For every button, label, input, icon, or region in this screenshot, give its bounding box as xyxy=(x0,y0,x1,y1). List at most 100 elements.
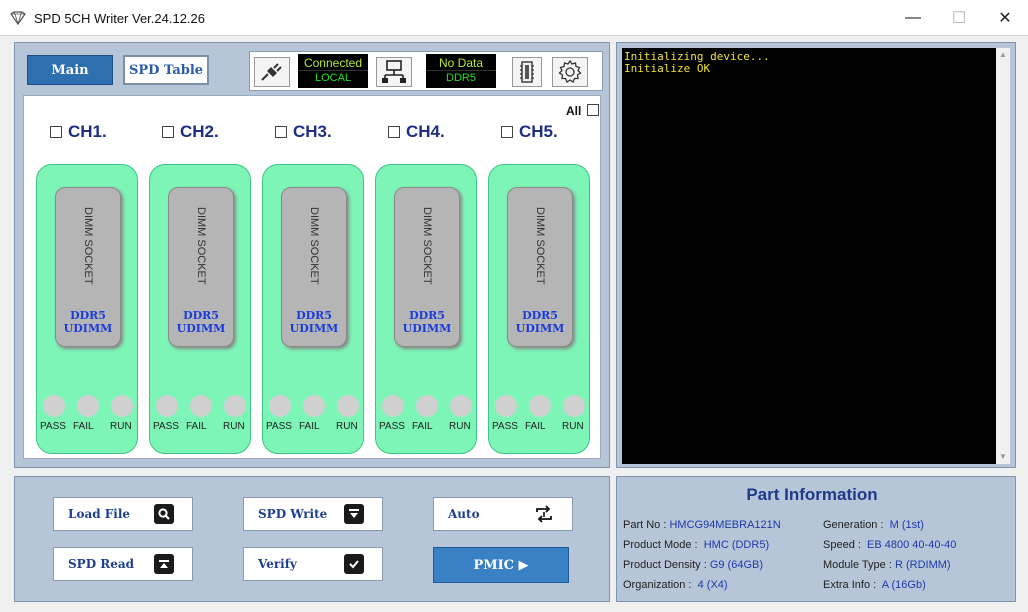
action-panel: Load File SPD Read SPD Write Verify Auto… xyxy=(14,476,610,602)
generation-value: M (1st) xyxy=(889,519,924,531)
part-no-row: Part No : HMCG94MEBRA121N xyxy=(623,519,781,531)
select-all-checkbox[interactable] xyxy=(587,104,599,116)
title-bar: SPD 5CH Writer Ver.24.12.26 — ☐ ✕ xyxy=(0,0,1028,36)
main-panel: Main SPD Table Connected LOCAL No Data D… xyxy=(14,42,610,468)
maximize-button[interactable]: ☐ xyxy=(936,0,982,36)
product-density-row: Product Density : G9 (64GB) xyxy=(623,559,763,571)
extra-info-row: Extra Info : A (16Gb) xyxy=(823,579,926,591)
run-led xyxy=(450,395,472,417)
channel-4-checkbox[interactable] xyxy=(388,126,400,138)
download-tray-icon xyxy=(344,504,364,524)
run-led xyxy=(224,395,246,417)
channel-5-checkbox[interactable] xyxy=(501,126,513,138)
verify-button[interactable]: Verify xyxy=(243,547,383,581)
channel-3-label: CH3. xyxy=(293,122,332,141)
product-mode-value: HMC (DDR5) xyxy=(703,539,770,551)
tab-spd-table[interactable]: SPD Table xyxy=(123,55,209,85)
channel-4-label: CH4. xyxy=(406,122,445,141)
socket-label-wrap: DIMM SOCKET xyxy=(168,187,234,305)
product-density-value: G9 (64GB) xyxy=(709,559,764,571)
channel-3-checkbox[interactable] xyxy=(275,126,287,138)
network-button[interactable] xyxy=(376,57,412,87)
close-button[interactable]: ✕ xyxy=(982,0,1028,36)
socket-label-wrap: DIMM SOCKET xyxy=(55,187,121,305)
run-led xyxy=(563,395,585,417)
part-information-panel: Part Information Part No : HMCG94MEBRA12… xyxy=(616,476,1016,602)
log-line: Initialize OK xyxy=(624,62,711,75)
ddr-label: DDR5 xyxy=(296,309,332,322)
pass-led xyxy=(43,395,65,417)
run-label: RUN xyxy=(223,421,245,432)
pass-label: PASS xyxy=(40,421,66,432)
speed-value: EB 4800 40-40-40 xyxy=(867,539,957,551)
settings-button[interactable] xyxy=(552,57,588,87)
channel-1-checkbox[interactable] xyxy=(50,126,62,138)
upload-tray-icon xyxy=(154,554,174,574)
module-type-label: Module Type : xyxy=(823,559,892,571)
pmic-button[interactable]: PMIC ▶ xyxy=(433,547,569,583)
search-file-icon xyxy=(154,504,174,524)
run-label: RUN xyxy=(562,421,584,432)
log-console[interactable]: Initializing device... Initialize OK ▲ ▼ xyxy=(622,48,1010,464)
fail-label: FAIL xyxy=(299,421,320,432)
network-icon xyxy=(382,60,406,83)
channel-2-checkbox[interactable] xyxy=(162,126,174,138)
load-file-label: Load File xyxy=(68,507,131,521)
memory-button[interactable] xyxy=(512,57,542,87)
channel-2-header[interactable]: CH2. xyxy=(162,122,219,142)
connection-status: Connected xyxy=(298,56,368,71)
run-label: RUN xyxy=(336,421,358,432)
socket-type: DDR5 UDIMM xyxy=(394,309,460,335)
dimm-slot-5: DIMM SOCKET DDR5 UDIMM PASS FAIL RUN xyxy=(488,164,590,454)
fail-led xyxy=(416,395,438,417)
auto-label: Auto xyxy=(448,507,480,521)
spd-read-button[interactable]: SPD Read xyxy=(53,547,193,581)
channel-3-header[interactable]: CH3. xyxy=(275,122,332,142)
module-label: UDIMM xyxy=(63,322,113,335)
plug-icon xyxy=(261,63,282,81)
extra-info-value: A (16Gb) xyxy=(881,579,926,591)
socket-label: DIMM SOCKET xyxy=(195,207,207,285)
connect-button[interactable] xyxy=(254,57,290,87)
fail-label: FAIL xyxy=(412,421,433,432)
gear-icon xyxy=(558,59,582,83)
speed-row: Speed : EB 4800 40-40-40 xyxy=(823,539,956,551)
spd-read-label: SPD Read xyxy=(68,557,135,571)
minimize-button[interactable]: — xyxy=(890,0,936,36)
channel-5-label: CH5. xyxy=(519,122,558,141)
channel-5-header[interactable]: CH5. xyxy=(501,122,558,142)
dimm-slot-4: DIMM SOCKET DDR5 UDIMM PASS FAIL RUN xyxy=(375,164,477,454)
pass-led xyxy=(495,395,517,417)
scroll-down-icon[interactable]: ▼ xyxy=(996,450,1010,464)
memory-icon xyxy=(520,61,534,83)
connection-mode: LOCAL xyxy=(314,72,352,84)
module-label: UDIMM xyxy=(289,322,339,335)
socket-label: DIMM SOCKET xyxy=(308,207,320,285)
log-scrollbar[interactable]: ▲ ▼ xyxy=(996,48,1010,464)
spd-write-button[interactable]: SPD Write xyxy=(243,497,383,531)
pass-label: PASS xyxy=(266,421,292,432)
organization-value: 4 (X4) xyxy=(697,579,728,591)
load-file-button[interactable]: Load File xyxy=(53,497,193,531)
app-logo-icon xyxy=(10,11,26,25)
run-label: RUN xyxy=(449,421,471,432)
status-strip: Connected LOCAL No Data DDR5 xyxy=(249,51,603,91)
auto-button[interactable]: Auto xyxy=(433,497,573,531)
ddr-label: DDR5 xyxy=(183,309,219,322)
ddr-label: DDR5 xyxy=(522,309,558,322)
scroll-up-icon[interactable]: ▲ xyxy=(996,48,1010,62)
socket-type: DDR5 UDIMM xyxy=(507,309,573,335)
log-panel: Initializing device... Initialize OK ▲ ▼ xyxy=(616,42,1016,468)
dimm-slot-3: DIMM SOCKET DDR5 UDIMM PASS FAIL RUN xyxy=(262,164,364,454)
socket-label: DIMM SOCKET xyxy=(421,207,433,285)
run-led xyxy=(337,395,359,417)
part-no-label: Part No : xyxy=(623,519,667,531)
fail-led xyxy=(77,395,99,417)
tab-main[interactable]: Main xyxy=(27,55,113,85)
channel-1-label: CH1. xyxy=(68,122,107,141)
generation-row: Generation : M (1st) xyxy=(823,519,924,531)
socket-type: DDR5 UDIMM xyxy=(168,309,234,335)
socket-label: DIMM SOCKET xyxy=(82,207,94,285)
channel-4-header[interactable]: CH4. xyxy=(388,122,445,142)
channel-1-header[interactable]: CH1. xyxy=(50,122,107,142)
